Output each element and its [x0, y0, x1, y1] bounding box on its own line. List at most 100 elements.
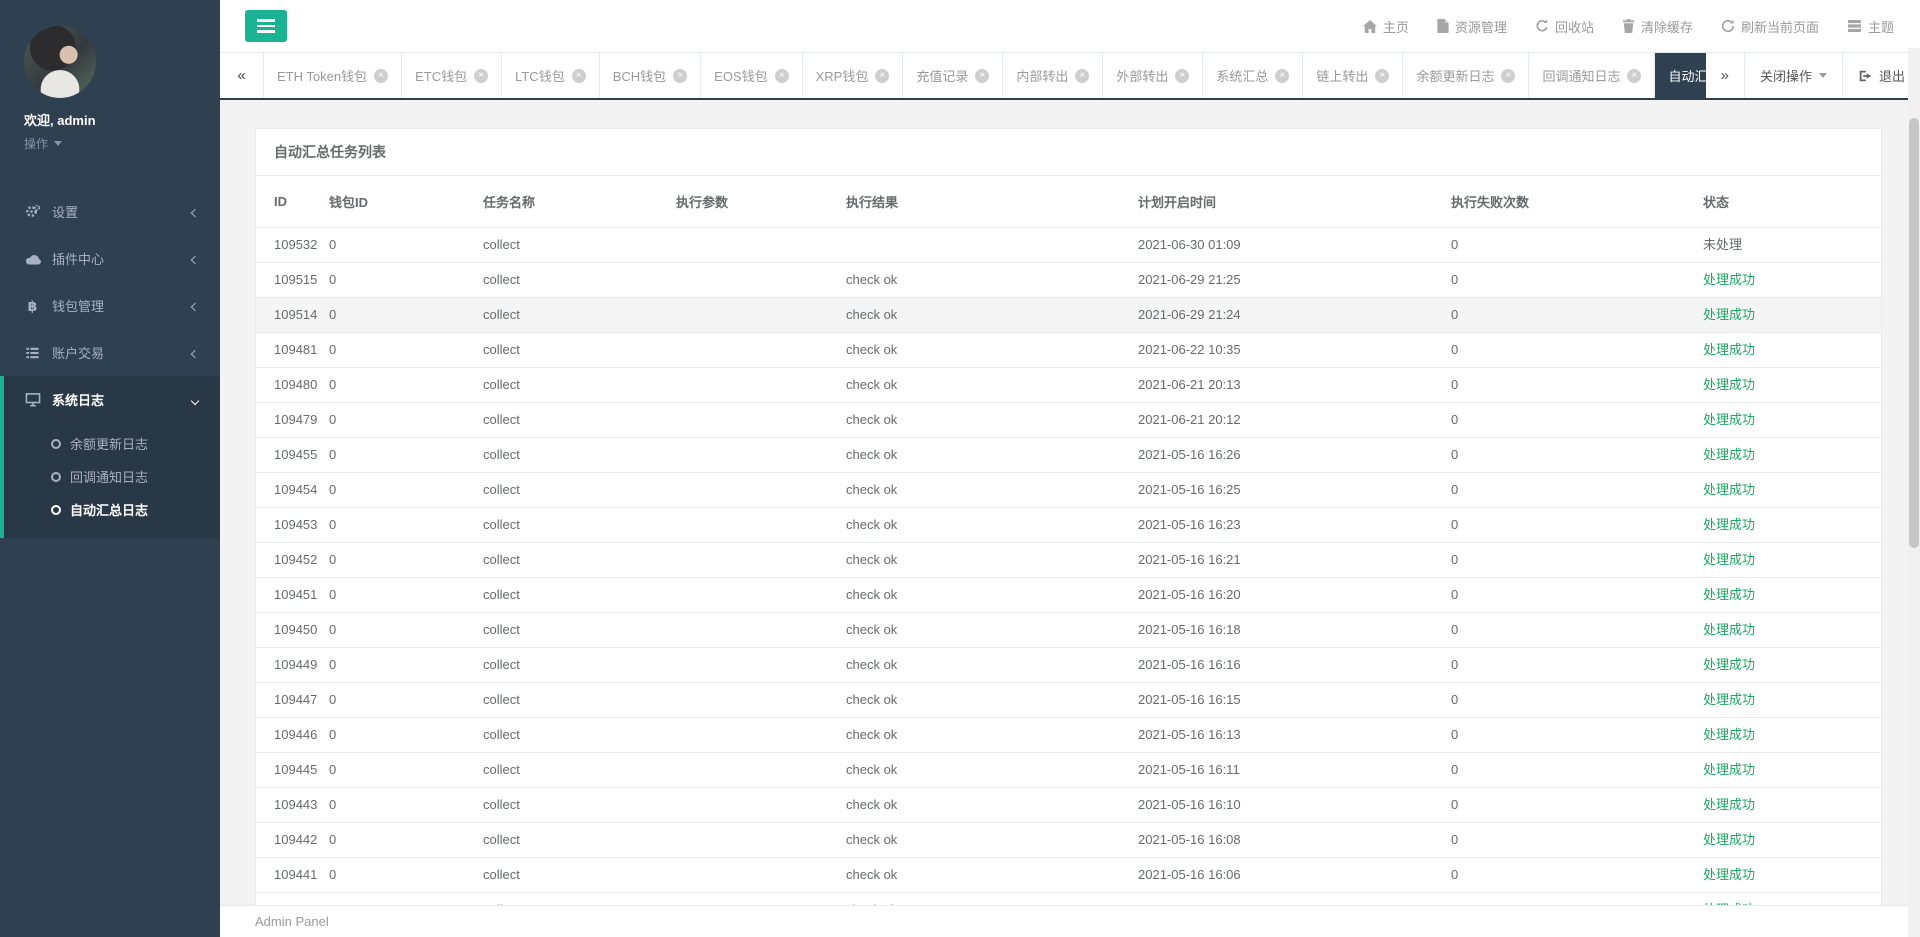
sidebar-toggle-button[interactable]: [245, 10, 287, 42]
table-row[interactable]: 109455 0 collect check ok 2021-05-16 16:26 0 处…: [256, 437, 1881, 473]
tab-close-icon[interactable]: ×: [1627, 68, 1642, 83]
tab-ETH Token钱包[interactable]: ETH Token钱包 ×: [264, 53, 403, 98]
cell-status: 处理成功: [1685, 297, 1881, 333]
cell-wallet: 0: [311, 227, 465, 263]
cell-id: 109454: [256, 472, 317, 508]
tab-LTC钱包[interactable]: LTC钱包 ×: [502, 53, 600, 98]
recycle-icon: [1535, 19, 1549, 33]
cell-params: [658, 297, 828, 333]
cell-params: [658, 367, 828, 403]
tab-close-icon[interactable]: ×: [975, 68, 990, 83]
tab-XRP钱包[interactable]: XRP钱包 ×: [803, 53, 904, 98]
tab-BCH钱包[interactable]: BCH钱包 ×: [600, 53, 702, 98]
cell-params: [658, 647, 828, 683]
table-row[interactable]: 109441 0 collect check ok 2021-05-16 16:06 0 处…: [256, 857, 1881, 893]
scrollbar-thumb[interactable]: [1909, 118, 1919, 548]
sidebar-item[interactable]: 系统日志: [4, 376, 220, 423]
tab-外部转出[interactable]: 外部转出 ×: [1103, 53, 1204, 98]
table-row[interactable]: 109443 0 collect check ok 2021-05-16 16:10 0 处…: [256, 787, 1881, 823]
table-row[interactable]: 109481 0 collect check ok 2021-06-22 10:35 0 处…: [256, 332, 1881, 368]
tab-自动汇总日志[interactable]: 自动汇总日志×: [1655, 53, 1706, 98]
cell-time: 2021-05-16 16:23: [1120, 507, 1433, 543]
panel-title: 自动汇总任务列表: [256, 129, 1881, 176]
cell-result: check ok: [828, 822, 1120, 858]
tab-close-icon[interactable]: ×: [1075, 68, 1090, 83]
tab-回调通知日志[interactable]: 回调通知日志 ×: [1529, 53, 1656, 98]
sidebar-item[interactable]: ฿ 钱包管理: [0, 282, 220, 329]
cell-id: 109441: [256, 857, 317, 893]
tab-close-icon[interactable]: ×: [673, 68, 688, 83]
table-row[interactable]: 109532 0 collect 2021-06-30 01:09 0 未处理: [256, 227, 1881, 263]
tabs-scroll-left-button[interactable]: «: [220, 53, 264, 98]
sidebar-subitem[interactable]: 余额更新日志: [4, 427, 220, 460]
tab-close-icon[interactable]: ×: [571, 68, 586, 83]
cell-status: 处理成功: [1685, 647, 1881, 683]
table-row[interactable]: 109447 0 collect check ok 2021-05-16 16:15 0 处…: [256, 682, 1881, 718]
cell-id: 109442: [256, 822, 317, 858]
cell-id: 109447: [256, 682, 317, 718]
table-row[interactable]: 109454 0 collect check ok 2021-05-16 16:25 0 处…: [256, 472, 1881, 508]
tabs-scroll-right-button[interactable]: »: [1706, 53, 1744, 98]
sidebar-item[interactable]: 账户交易: [0, 329, 220, 376]
tab-close-icon[interactable]: ×: [875, 68, 890, 83]
tab-系统汇总[interactable]: 系统汇总 ×: [1203, 53, 1304, 98]
tab-EOS钱包[interactable]: EOS钱包 ×: [701, 53, 803, 98]
avatar[interactable]: [24, 26, 96, 98]
tab-ETC钱包[interactable]: ETC钱包 ×: [402, 53, 503, 98]
table-row[interactable]: 109442 0 collect check ok 2021-05-16 16:08 0 处…: [256, 822, 1881, 858]
topnav-item[interactable]: 刷新当前页面: [1721, 17, 1819, 36]
tab-链上转出[interactable]: 链上转出 ×: [1303, 53, 1404, 98]
table-row[interactable]: 109449 0 collect check ok 2021-05-16 16:16 0 处…: [256, 647, 1881, 683]
close-operations-dropdown[interactable]: 关闭操作: [1743, 53, 1842, 98]
cell-id: 109453: [256, 507, 317, 543]
topnav-item[interactable]: 资源管理: [1437, 17, 1507, 36]
table-row[interactable]: 1094400collectcheck ok2021-05-16 16:050处…: [256, 892, 1881, 905]
table-row[interactable]: 109446 0 collect check ok 2021-05-16 16:13 0 处…: [256, 717, 1881, 753]
table-row[interactable]: 109480 0 collect check ok 2021-06-21 20:13 0 处…: [256, 367, 1881, 403]
cell-time: 2021-05-16 16:25: [1120, 472, 1433, 508]
tab-充值记录[interactable]: 充值记录 ×: [903, 53, 1004, 98]
cell-fails: 0: [1433, 612, 1685, 648]
tab-close-icon[interactable]: ×: [374, 68, 389, 83]
topnav-item[interactable]: 清除缓存: [1622, 17, 1693, 36]
cell-time: 2021-05-16 16:26: [1120, 437, 1433, 473]
cell-status: 处理成功: [1685, 612, 1881, 648]
cell-params: [658, 822, 828, 858]
table-row[interactable]: 109453 0 collect check ok 2021-05-16 16:23 0 处…: [256, 507, 1881, 543]
cell-result: check ok: [828, 752, 1120, 788]
tab-close-icon[interactable]: ×: [774, 68, 789, 83]
tab-余额更新日志[interactable]: 余额更新日志 ×: [1403, 53, 1530, 98]
column-header: 执行参数: [658, 176, 828, 228]
cell-params: [658, 857, 828, 893]
cell-task: collect: [465, 577, 658, 613]
table-row[interactable]: 109515 0 collect check ok 2021-06-29 21:25 0 处…: [256, 262, 1881, 298]
table-row[interactable]: 109445 0 collect check ok 2021-05-16 16:11 0 处…: [256, 752, 1881, 788]
table-row[interactable]: 109479 0 collect check ok 2021-06-21 20:12 0 处…: [256, 402, 1881, 438]
cell-task: collect: [465, 437, 658, 473]
tab-close-icon[interactable]: ×: [474, 68, 489, 83]
user-action-dropdown[interactable]: 操作: [24, 135, 220, 152]
table-row[interactable]: 109450 0 collect check ok 2021-05-16 16:18 0 处…: [256, 612, 1881, 648]
table-row[interactable]: 109452 0 collect check ok 2021-05-16 16:21 0 处…: [256, 542, 1881, 578]
topnav-item[interactable]: 主题: [1847, 17, 1894, 36]
tab-close-icon[interactable]: ×: [1175, 68, 1190, 83]
tab-close-icon[interactable]: ×: [1375, 68, 1390, 83]
sidebar-item[interactable]: 插件中心: [0, 235, 220, 282]
main-area: 主页 资源管理 回收站 清除缓存 刷新当前页面 主题 « ETH Token钱包 × ETC钱…: [220, 0, 1920, 937]
table-row[interactable]: 109514 0 collect check ok 2021-06-29 21:24 0 处…: [256, 297, 1881, 333]
cell-params: [658, 262, 828, 298]
topnav-item[interactable]: 回收站: [1535, 17, 1594, 36]
sidebar-subitem[interactable]: 自动汇总日志: [4, 493, 220, 526]
chevron-left-icon: [190, 298, 200, 313]
tab-close-icon[interactable]: ×: [1275, 68, 1290, 83]
cell-params: [658, 752, 828, 788]
sidebar-subitem[interactable]: 回调通知日志: [4, 460, 220, 493]
tab-内部转出[interactable]: 内部转出 ×: [1003, 53, 1104, 98]
tab-close-icon[interactable]: ×: [1501, 68, 1516, 83]
table-row[interactable]: 109451 0 collect check ok 2021-05-16 16:20 0 处…: [256, 577, 1881, 613]
sidebar-item[interactable]: 设置: [0, 188, 220, 235]
cell-result: check ok: [828, 542, 1120, 578]
vertical-scrollbar[interactable]: [1908, 48, 1920, 937]
topnav-item[interactable]: 主页: [1362, 17, 1409, 36]
cell-id: 109532: [256, 227, 317, 263]
